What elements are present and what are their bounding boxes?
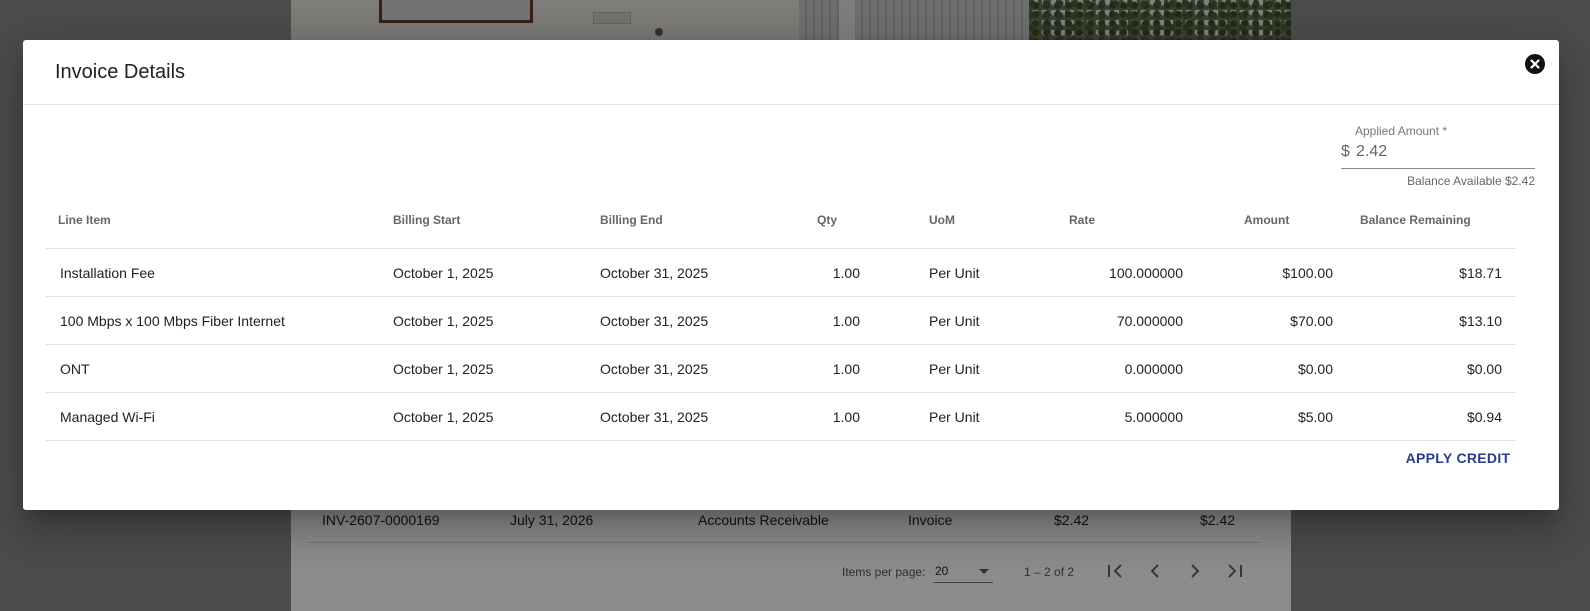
cell-balance-remaining: $0.94 <box>1340 392 1516 441</box>
cell-billing-start: October 1, 2025 <box>393 296 600 345</box>
table-row[interactable]: Managed Wi-Fi October 1, 2025 October 31… <box>46 392 1516 441</box>
cell-rate: 100.000000 <box>1014 248 1190 297</box>
cell-rate: 0.000000 <box>1014 344 1190 393</box>
invoice-details-dialog: Invoice Details Applied Amount * $ Balan… <box>23 40 1559 510</box>
currency-prefix: $ <box>1341 143 1350 160</box>
cell-balance-remaining: $18.71 <box>1340 248 1516 297</box>
cell-line-item: Installation Fee <box>46 248 393 297</box>
cell-billing-start: October 1, 2025 <box>393 248 600 297</box>
dialog-header: Invoice Details <box>23 40 1559 105</box>
applied-amount-underline: $ <box>1341 138 1535 169</box>
cell-balance-remaining: $13.10 <box>1340 296 1516 345</box>
cell-qty: 1.00 <box>780 392 874 441</box>
close-button[interactable] <box>1525 54 1545 74</box>
cell-uom: Per Unit <box>874 296 1014 345</box>
cell-billing-end: October 31, 2025 <box>600 296 780 345</box>
column-header-line-item[interactable]: Line Item <box>46 192 393 249</box>
cell-amount: $100.00 <box>1190 248 1340 297</box>
dialog-title: Invoice Details <box>55 61 186 83</box>
cell-qty: 1.00 <box>780 296 874 345</box>
table-row[interactable]: ONT October 1, 2025 October 31, 2025 1.0… <box>46 344 1516 393</box>
cell-uom: Per Unit <box>874 392 1014 441</box>
balance-available-hint: Balance Available $2.42 <box>1407 174 1535 188</box>
cell-uom: Per Unit <box>874 248 1014 297</box>
table-row[interactable]: 100 Mbps x 100 Mbps Fiber Internet Octob… <box>46 296 1516 345</box>
cell-amount: $5.00 <box>1190 392 1340 441</box>
cell-qty: 1.00 <box>780 248 874 297</box>
cell-uom: Per Unit <box>874 344 1014 393</box>
line-items-table: Line Item Billing Start Billing End Qty … <box>46 192 1516 441</box>
column-header-billing-end[interactable]: Billing End <box>600 192 780 249</box>
cell-line-item: 100 Mbps x 100 Mbps Fiber Internet <box>46 296 393 345</box>
column-header-amount[interactable]: Amount <box>1190 192 1340 249</box>
column-header-billing-start[interactable]: Billing Start <box>393 192 600 249</box>
cell-rate: 70.000000 <box>1014 296 1190 345</box>
cell-billing-end: October 31, 2025 <box>600 248 780 297</box>
applied-amount-input[interactable] <box>1354 140 1526 164</box>
cell-balance-remaining: $0.00 <box>1340 344 1516 393</box>
apply-credit-button[interactable]: APPLY CREDIT <box>1401 440 1515 476</box>
close-icon <box>1530 59 1540 69</box>
cell-amount: $70.00 <box>1190 296 1340 345</box>
applied-amount-label: Applied Amount * <box>1355 124 1448 138</box>
column-header-uom[interactable]: UoM <box>874 192 1014 249</box>
column-header-rate[interactable]: Rate <box>1014 192 1190 249</box>
cell-line-item: Managed Wi-Fi <box>46 392 393 441</box>
cell-qty: 1.00 <box>780 344 874 393</box>
cell-rate: 5.000000 <box>1014 392 1190 441</box>
column-header-qty[interactable]: Qty <box>780 192 874 249</box>
column-header-balance-remaining[interactable]: Balance Remaining <box>1340 192 1516 249</box>
cell-line-item: ONT <box>46 344 393 393</box>
cell-amount: $0.00 <box>1190 344 1340 393</box>
cell-billing-start: October 1, 2025 <box>393 392 600 441</box>
cell-billing-start: October 1, 2025 <box>393 344 600 393</box>
cell-billing-end: October 31, 2025 <box>600 392 780 441</box>
cell-billing-end: October 31, 2025 <box>600 344 780 393</box>
table-row[interactable]: Installation Fee October 1, 2025 October… <box>46 248 1516 297</box>
table-header-row: Line Item Billing Start Billing End Qty … <box>46 192 1516 249</box>
